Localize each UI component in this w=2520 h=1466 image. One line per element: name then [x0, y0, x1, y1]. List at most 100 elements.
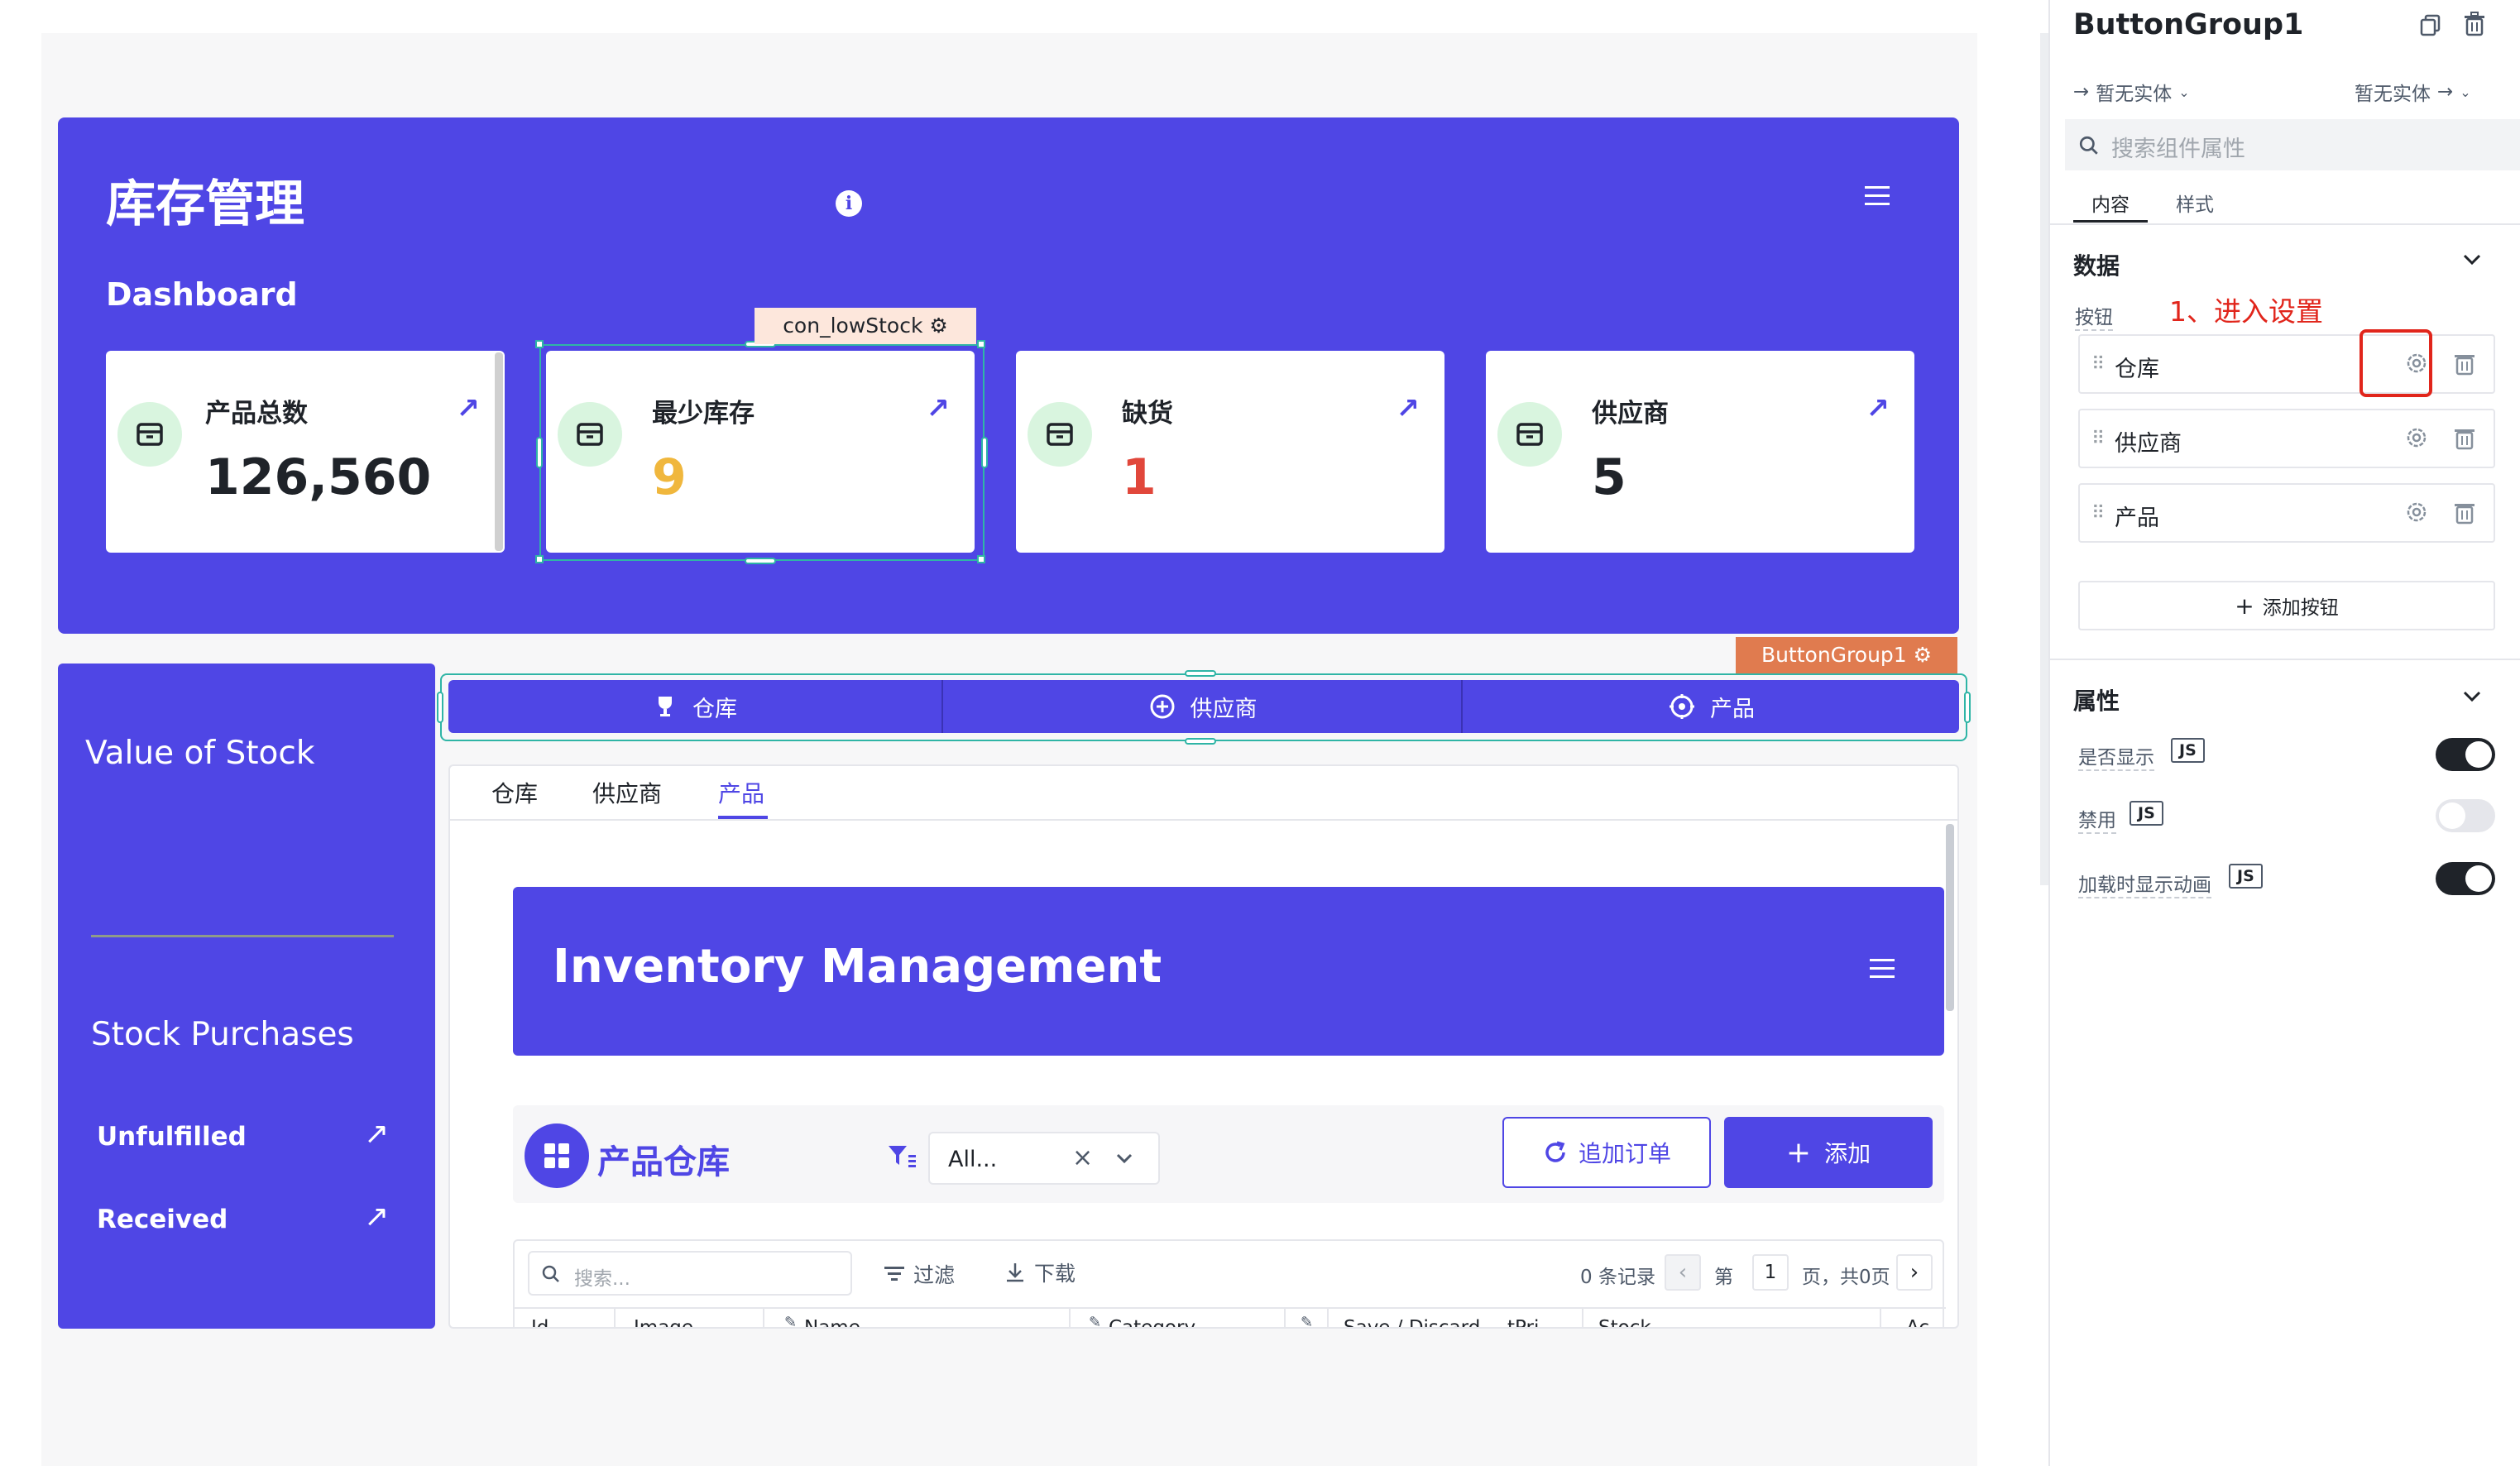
column-divider — [1327, 1309, 1329, 1327]
button-config-label: 产品 — [2115, 505, 2159, 531]
button-config-row[interactable]: ⠿ 供应商 — [2078, 409, 2495, 468]
link-unfulfilled[interactable]: Unfulfilled — [97, 1122, 247, 1152]
category-select[interactable]: All... × — [928, 1132, 1160, 1185]
arrow-up-right-icon[interactable]: ↗ — [364, 1200, 389, 1234]
resize-handle[interactable] — [1185, 670, 1216, 677]
button-label: 仓库 — [692, 696, 737, 722]
resize-handle[interactable] — [535, 340, 544, 348]
clear-icon[interactable]: × — [1072, 1143, 1093, 1172]
prop-label-loading: 加载时显示动画 — [2078, 869, 2211, 898]
column-header-price[interactable]: tPri — [1507, 1317, 1539, 1327]
button-group-products[interactable]: 产品 — [1464, 680, 1959, 733]
resize-handle[interactable] — [745, 558, 776, 564]
column-header-image[interactable]: Image — [634, 1317, 693, 1327]
toggle-knob — [2465, 865, 2492, 892]
column-header-category[interactable]: Category — [1109, 1317, 1195, 1327]
trash-icon[interactable] — [2454, 500, 2475, 528]
column-header-save-discard[interactable]: Save / Discard — [1344, 1317, 1480, 1327]
column-header-name[interactable]: Name — [804, 1317, 860, 1327]
js-toggle-badge[interactable]: JS — [2229, 864, 2263, 889]
chevron-down-icon[interactable] — [2462, 253, 2482, 270]
stat-card-total-products[interactable]: 产品总数 126,560 ↗ — [106, 351, 505, 553]
visible-toggle[interactable] — [2436, 738, 2495, 771]
entity-link-left[interactable]: → 暂无实体 ⌄ — [2073, 78, 2190, 106]
chevron-down-icon[interactable] — [2462, 690, 2482, 707]
tab-content[interactable]: 内容 — [2091, 189, 2130, 217]
column-header-stock[interactable]: Stock — [1598, 1317, 1651, 1327]
entity-link-right[interactable]: 暂无实体 → ⌄ — [2355, 78, 2471, 106]
table-download-button[interactable]: 下载 — [1004, 1258, 1076, 1287]
drag-handle-icon[interactable]: ⠿ — [2091, 503, 2105, 524]
button-label: 添加 — [1824, 1140, 1871, 1167]
stock-purchases-label: Stock Purchases — [91, 1016, 354, 1053]
stat-value: 126,560 — [205, 448, 432, 506]
stat-card-suppliers[interactable]: 供应商 5 ↗ — [1486, 351, 1914, 553]
tab-style[interactable]: 样式 — [2176, 189, 2214, 217]
column-header-id[interactable]: Id — [531, 1317, 549, 1327]
js-toggle-badge[interactable]: JS — [2130, 801, 2163, 826]
info-icon[interactable]: i — [836, 190, 862, 217]
gear-icon[interactable] — [2404, 500, 2429, 528]
resize-handle[interactable] — [981, 437, 988, 468]
table-filter-button[interactable]: 过滤 — [884, 1259, 955, 1289]
drag-handle-icon[interactable]: ⠿ — [2091, 354, 2105, 375]
button-config-row[interactable]: ⠿ 产品 — [2078, 483, 2495, 543]
resize-handle[interactable] — [977, 340, 985, 348]
resize-handle[interactable] — [437, 692, 443, 723]
add-button[interactable]: + 添加 — [1724, 1117, 1933, 1188]
chevron-down-icon[interactable] — [1115, 1152, 1133, 1167]
resize-handle[interactable] — [977, 555, 985, 563]
js-toggle-badge[interactable]: JS — [2171, 738, 2205, 763]
resize-handle[interactable] — [1185, 738, 1216, 745]
stat-card-out-of-stock[interactable]: 缺货 1 ↗ — [1016, 351, 1444, 553]
divider — [91, 935, 394, 937]
next-page-button[interactable]: › — [1896, 1254, 1933, 1291]
loading-toggle[interactable] — [2436, 862, 2495, 895]
trash-icon[interactable] — [2454, 351, 2475, 379]
arrow-up-right-icon[interactable]: ↗ — [364, 1117, 389, 1151]
button-config-label: 仓库 — [2115, 357, 2159, 382]
link-received[interactable]: Received — [97, 1205, 228, 1234]
drag-handle-icon[interactable]: ⠿ — [2091, 429, 2105, 449]
button-config-row[interactable]: ⠿ 仓库 — [2078, 334, 2495, 394]
property-search-input[interactable]: 搜索组件属性 — [2065, 119, 2520, 170]
add-button-row[interactable]: + 添加按钮 — [2078, 581, 2495, 630]
hamburger-menu-icon[interactable] — [1863, 184, 1891, 208]
prev-page-button[interactable]: ‹ — [1665, 1254, 1701, 1291]
component-tag-con-lowstock[interactable]: con_lowStock ⚙ — [755, 308, 976, 344]
arrow-up-right-icon[interactable]: ↗ — [457, 392, 481, 425]
page-suffix: 页，共0页 — [1802, 1267, 1890, 1288]
page-number-input[interactable]: 1 — [1752, 1254, 1789, 1291]
resize-handle[interactable] — [536, 437, 543, 468]
button-group-suppliers[interactable]: 供应商 — [945, 680, 1463, 733]
scrollbar[interactable] — [1946, 824, 1954, 1011]
plus-icon: + — [2235, 592, 2254, 620]
button-label: 产品 — [1710, 696, 1755, 722]
resize-handle[interactable] — [1964, 692, 1971, 723]
scrollbar[interactable] — [495, 352, 503, 551]
tab-suppliers[interactable]: 供应商 — [592, 776, 662, 809]
resize-handle[interactable] — [535, 555, 544, 563]
column-header-actions[interactable]: Ac — [1906, 1317, 1929, 1327]
chevron-down-icon: ⌄ — [2460, 84, 2471, 100]
arrow-up-right-icon[interactable]: ↗ — [1397, 392, 1420, 425]
reorder-button[interactable]: 追加订单 — [1502, 1117, 1711, 1188]
arrow-up-right-icon[interactable]: ↗ — [1866, 392, 1890, 425]
component-tag-buttongroup1[interactable]: ButtonGroup1 ⚙ — [1736, 637, 1957, 673]
button-group-warehouse[interactable]: 仓库 — [448, 680, 943, 733]
select-value: All... — [948, 1147, 998, 1172]
props-section-title: 属性 — [2073, 687, 2120, 715]
disabled-toggle[interactable] — [2436, 799, 2495, 832]
tab-warehouse[interactable]: 仓库 — [491, 776, 538, 809]
download-label: 下载 — [1034, 1262, 1076, 1286]
gear-icon[interactable] — [2404, 425, 2429, 453]
trash-icon[interactable] — [2464, 12, 2485, 40]
tab-products[interactable]: 产品 — [718, 776, 764, 809]
inventory-box-icon — [1028, 402, 1092, 467]
copy-icon[interactable] — [2419, 13, 2442, 40]
table-search-input[interactable]: 搜索... — [528, 1251, 852, 1296]
filter-icon[interactable] — [887, 1143, 917, 1173]
active-tab-indicator — [2073, 220, 2148, 223]
trash-icon[interactable] — [2454, 425, 2475, 453]
hamburger-menu-icon[interactable] — [1868, 956, 1896, 981]
